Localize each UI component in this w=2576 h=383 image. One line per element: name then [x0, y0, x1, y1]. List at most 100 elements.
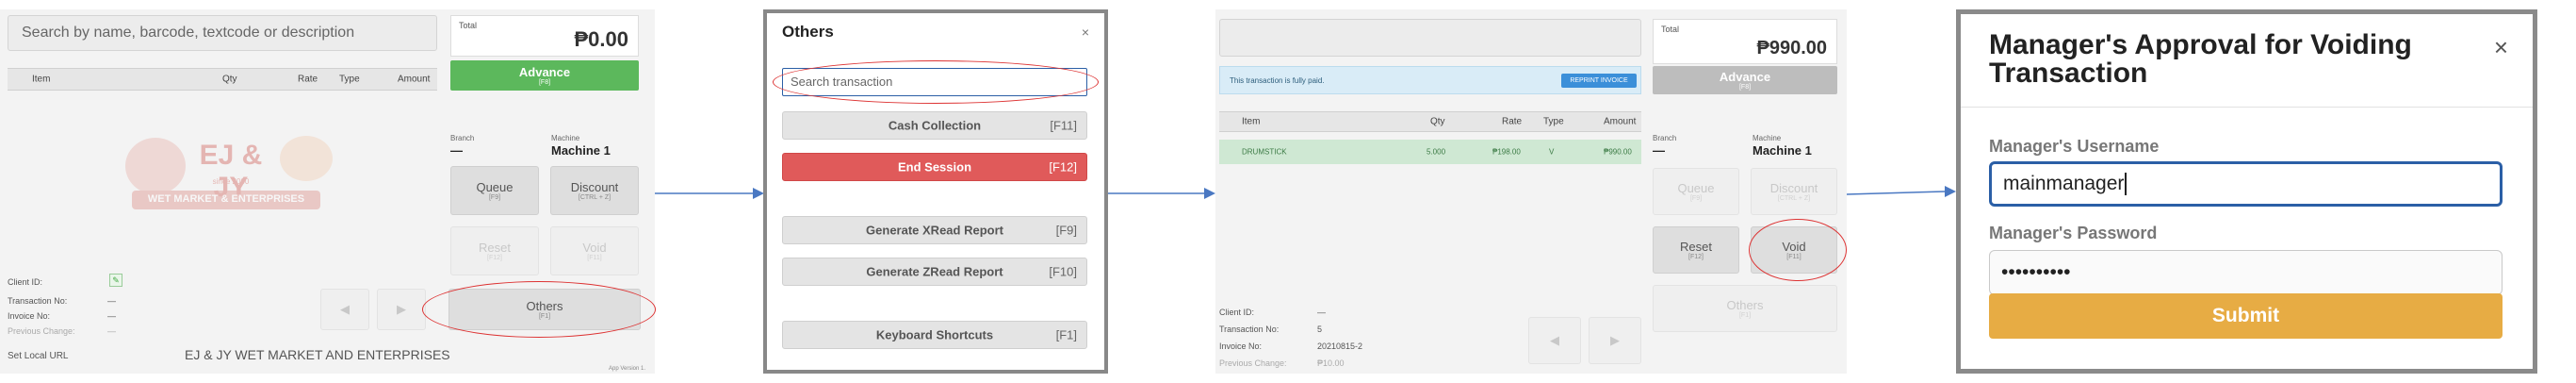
next-page-button[interactable]: ▶ [1589, 317, 1641, 364]
items-table-header: Item Qty Rate Type Amount [8, 68, 437, 91]
queue-button[interactable]: Queue [F9] [1653, 168, 1739, 215]
modal-title-line1: Manager's Approval for Voiding [1989, 29, 2412, 60]
pos-screen-transaction: This transaction is fully paid. REPRINT … [1215, 9, 1847, 374]
prev-page-button[interactable]: ◀ [1528, 317, 1581, 364]
discount-button[interactable]: Discount [CTRL + Z] [550, 166, 639, 215]
pencil-icon[interactable]: ✎ [109, 274, 122, 287]
advance-button[interactable]: Advance [F8] [1653, 66, 1837, 94]
transaction-no-label: Transaction No: [8, 296, 68, 306]
zread-report-label: Generate ZRead Report [866, 264, 1003, 279]
void-button[interactable]: Void [F11] [550, 226, 639, 275]
col-type: Type [339, 74, 360, 85]
keyboard-shortcuts-button[interactable]: Keyboard Shortcuts [F1] [782, 321, 1087, 349]
next-page-button[interactable]: ▶ [377, 289, 426, 330]
discount-button[interactable]: Discount [CTRL + Z] [1751, 168, 1837, 215]
prev-page-button[interactable]: ◀ [320, 289, 369, 330]
cash-collection-label: Cash Collection [888, 118, 982, 133]
others-button[interactable]: Others [F1] [1653, 285, 1837, 332]
total-box: Total ₱990.00 [1653, 19, 1837, 64]
discount-label: Discount [1769, 181, 1818, 195]
text-cursor [2125, 173, 2128, 195]
transaction-no-value: 5 [1317, 325, 1323, 334]
cash-collection-button[interactable]: Cash Collection [F11] [782, 111, 1087, 140]
total-label: Total [1661, 25, 1680, 34]
logo-subtitle: WET MARKET & ENTERPRISES [147, 193, 305, 205]
end-session-label: End Session [897, 159, 972, 175]
close-icon[interactable]: × [1082, 25, 1089, 40]
cash-collection-key: [F11] [1050, 118, 1077, 133]
keyboard-shortcuts-label: Keyboard Shortcuts [875, 327, 994, 342]
col-item: Item [1242, 116, 1261, 127]
row-rate: ₱198.00 [1492, 147, 1521, 157]
col-rate: Rate [298, 74, 318, 85]
reset-button[interactable]: Reset [F12] [450, 226, 539, 275]
col-amount: Amount [1604, 116, 1637, 127]
col-type: Type [1543, 116, 1564, 127]
transaction-no-value: — [107, 296, 116, 306]
reprint-invoice-button[interactable]: REPRINT INVOICE [1561, 74, 1637, 88]
advance-key: [F8] [1738, 84, 1752, 91]
queue-label: Queue [1677, 181, 1715, 195]
username-label: Manager's Username [1989, 137, 2160, 156]
set-local-url-link[interactable]: Set Local URL [8, 351, 68, 361]
advance-label: Advance [518, 65, 571, 79]
void-label: Void [582, 241, 607, 255]
advance-key: [F8] [538, 79, 551, 86]
xread-report-button[interactable]: Generate XRead Report [F9] [782, 216, 1087, 244]
row-amount: ₱990.00 [1604, 147, 1632, 157]
col-rate: Rate [1502, 116, 1523, 127]
divider [1961, 107, 2533, 108]
submit-button[interactable]: Submit [1989, 293, 2503, 339]
zread-report-key: [F10] [1049, 264, 1077, 279]
xread-report-label: Generate XRead Report [866, 223, 1003, 238]
machine-value: Machine 1 [1753, 143, 1812, 158]
transaction-no-label: Transaction No: [1219, 325, 1280, 334]
modal-title: Others [782, 23, 834, 41]
previous-change-value: ₱10.00 [1317, 358, 1345, 368]
others-modal: Others × Search transaction Cash Collect… [763, 9, 1108, 374]
close-icon[interactable]: × [2494, 33, 2508, 62]
total-box: Total ₱0.00 [450, 15, 639, 57]
queue-key: [F9] [1689, 195, 1703, 202]
search-input[interactable]: Search by name, barcode, textcode or des… [8, 15, 437, 51]
chevron-right-icon: ▶ [397, 302, 406, 316]
discount-label: Discount [570, 180, 619, 194]
password-value: •••••••••• [2001, 261, 2071, 283]
password-field[interactable]: •••••••••• [1989, 250, 2503, 295]
logo-since: since 2000 [212, 177, 250, 186]
branch-value: — [450, 143, 463, 158]
reset-label: Reset [1680, 240, 1712, 254]
annotation-ellipse [422, 281, 656, 338]
total-label: Total [459, 21, 478, 30]
row-type: V [1549, 147, 1555, 157]
others-label: Others [1726, 298, 1764, 312]
invoice-no-value: — [107, 311, 116, 321]
paid-message: This transaction is fully paid. [1230, 76, 1325, 85]
machine-label: Machine [1753, 134, 1782, 142]
arrow-right-icon [1108, 188, 1215, 199]
keyboard-shortcuts-key: [F1] [1055, 327, 1077, 342]
end-session-key: [F12] [1049, 159, 1077, 175]
username-field[interactable]: mainmanager [1989, 161, 2503, 207]
chevron-left-icon: ◀ [1550, 333, 1559, 347]
reset-button[interactable]: Reset [F12] [1653, 226, 1739, 274]
client-id-label: Client ID: [8, 277, 43, 287]
arrow-right-icon [655, 188, 764, 199]
end-session-button[interactable]: End Session [F12] [782, 153, 1087, 181]
annotation-ellipse [773, 60, 1099, 104]
col-qty: Qty [222, 74, 237, 85]
password-label: Manager's Password [1989, 224, 2158, 242]
queue-key: [F9] [488, 194, 501, 201]
zread-report-button[interactable]: Generate ZRead Report [F10] [782, 258, 1087, 286]
chevron-right-icon: ▶ [1610, 333, 1620, 347]
table-row[interactable]: DRUMSTICK 5.000 ₱198.00 V ₱990.00 [1219, 140, 1641, 164]
row-qty: 5.000 [1427, 147, 1446, 157]
branch-label: Branch [450, 134, 475, 142]
modal-title: Manager's Approval for Voiding Transacti… [1989, 31, 2412, 88]
queue-button[interactable]: Queue [F9] [450, 166, 539, 215]
advance-button[interactable]: Advance [F8] [450, 60, 639, 91]
row-item: DRUMSTICK [1242, 147, 1287, 157]
invoice-no-value: 20210815-2 [1317, 341, 1363, 351]
search-input[interactable] [1219, 19, 1641, 57]
advance-label: Advance [1719, 70, 1771, 84]
